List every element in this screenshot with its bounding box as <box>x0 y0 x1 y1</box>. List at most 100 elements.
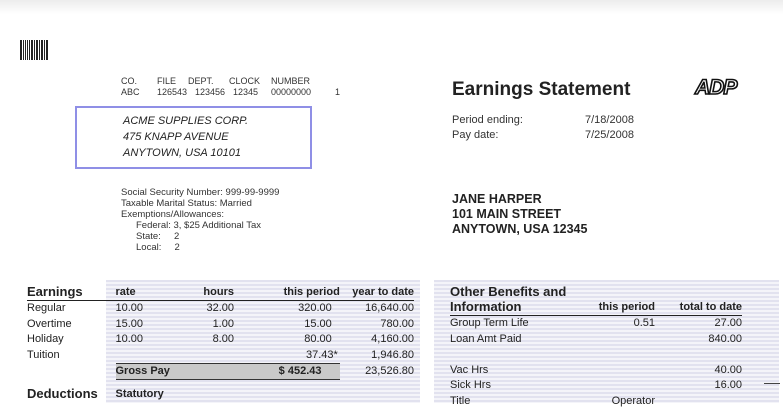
benefit-period <box>585 378 655 394</box>
table-row: Tuition 37.43* 1,946.80 <box>27 347 414 363</box>
company-address-line: 475 KNAPP AVENUE <box>123 131 229 143</box>
earning-label: Overtime <box>27 317 72 330</box>
earning-rate: 10.00 <box>115 302 144 315</box>
benefit-label: Loan Amt Paid <box>450 332 522 345</box>
ssn-line: Social Security Number: 999-99-9999 <box>121 187 280 198</box>
table-row: Loan Amt Paid 840.00 <box>450 331 742 347</box>
header-label: CO. <box>121 76 138 86</box>
header-label: CLOCK <box>229 76 261 86</box>
period-ending-label: Period ending: <box>452 114 523 126</box>
earning-ytd: 4,160.00 <box>371 333 414 346</box>
marital-status-line: Taxable Marital Status: Married <box>121 198 252 209</box>
earning-rate: 10.00 <box>115 333 144 346</box>
earning-rate <box>116 347 172 363</box>
table-row: Holiday 10.00 8.00 80.00 4,160.00 <box>27 332 414 348</box>
earning-rate: 15.00 <box>115 317 144 330</box>
statutory-label: Statutory <box>115 387 164 400</box>
earning-hours <box>172 347 246 363</box>
adp-logo: ADP <box>694 75 738 100</box>
col-header-benefits-period: this period <box>585 299 655 316</box>
table-row: Group Term Life 0.51 27.00 <box>450 315 742 331</box>
barcode-icon <box>20 40 49 60</box>
deductions-section-title: Deductions <box>27 386 98 401</box>
exemptions-line: Exemptions/Allowances: <box>121 209 224 220</box>
benefit-period <box>585 331 655 347</box>
gross-pay-label: Gross Pay <box>115 365 170 378</box>
local-line: Local: 2 <box>136 242 180 253</box>
benefit-period <box>585 362 655 378</box>
earning-label: Holiday <box>27 333 64 346</box>
benefit-label: Group Term Life <box>450 317 529 330</box>
benefit-total: 27.00 <box>714 317 742 330</box>
period-block: Period ending: 7/18/2008 Pay date: 7/25/20… <box>452 113 634 143</box>
earning-ytd: 780.00 <box>380 317 414 330</box>
earning-label: Regular <box>27 302 66 315</box>
col-header-this-period: this period <box>245 284 340 301</box>
pay-date-value: 7/25/2008 <box>585 129 634 141</box>
header-value: 1 <box>335 87 341 97</box>
header-label: FILE <box>157 76 177 86</box>
tax-info: Social Security Number: 999-99-9999 Taxa… <box>121 187 279 253</box>
benefit-period <box>585 347 655 363</box>
benefit-total: 40.00 <box>714 363 742 376</box>
benefit-total <box>655 393 742 409</box>
employee-name: JANE HARPER <box>452 192 542 206</box>
benefit-total: 16.00 <box>714 379 742 392</box>
benefits-section-subtitle: Information <box>450 299 585 316</box>
header-values: ABC 126543 123456 12345 00000000 1 <box>121 87 340 98</box>
gross-pay-box: Gross Pay $ 452.43 <box>115 362 340 380</box>
header-value: 123456 <box>195 87 226 97</box>
employee-street: 101 MAIN STREET <box>452 207 562 221</box>
col-header-ytd: year to date <box>339 284 414 301</box>
federal-line: Federal: 3, $25 Additional Tax <box>136 220 261 231</box>
benefit-label: Vac Hrs <box>450 363 489 376</box>
benefit-period: 0.51 <box>633 317 655 330</box>
earning-ytd: 1,946.80 <box>371 349 414 361</box>
earning-hours: 8.00 <box>212 333 234 346</box>
benefits-table: Other Benefits and Information this peri… <box>450 284 742 409</box>
pay-date-label: Pay date: <box>452 129 499 141</box>
earning-period: 320.00 <box>298 302 332 315</box>
table-row <box>450 347 742 363</box>
benefit-label <box>450 347 585 363</box>
period-ending-value: 7/18/2008 <box>585 114 634 126</box>
header-value: 12345 <box>233 87 259 97</box>
gross-pay-ytd: 23,526.80 <box>365 365 414 378</box>
earning-period: 37.43* <box>305 348 338 361</box>
earnings-table: Earnings rate hours this period year to … <box>27 284 414 402</box>
benefit-total <box>655 347 742 363</box>
benefit-total: 840.00 <box>708 332 742 345</box>
employee-city: ANYTOWN, USA 12345 <box>452 222 588 236</box>
col-header-rate: rate <box>115 284 172 301</box>
table-row: Sick Hrs 16.00 <box>450 378 742 394</box>
table-row: Overtime 15.00 1.00 15.00 780.00 <box>27 316 414 332</box>
earning-label: Tuition <box>27 349 60 361</box>
earnings-section-title: Earnings <box>27 284 116 301</box>
table-row: Vac Hrs 40.00 <box>450 362 742 378</box>
benefit-period: Operator <box>611 394 655 407</box>
header-value: 126543 <box>157 87 188 97</box>
benefits-section-title: Other Benefits and <box>450 284 567 299</box>
earning-period: 80.00 <box>304 333 332 346</box>
gross-pay-row: Gross Pay $ 452.43 23,526.80 <box>27 362 414 380</box>
earning-period: 15.00 <box>304 317 332 330</box>
benefit-label: Sick Hrs <box>450 379 491 392</box>
employee-address: JANE HARPER 101 MAIN STREET ANYTOWN, USA… <box>452 192 587 237</box>
earning-hours: 1.00 <box>212 317 234 330</box>
header-value: 00000000 <box>271 87 312 97</box>
company-name: ACME SUPPLIES CORP. <box>123 115 249 127</box>
divider <box>764 383 780 384</box>
header-value: ABC <box>121 87 140 97</box>
earning-hours: 32.00 <box>206 302 234 315</box>
state-line: State: 2 <box>136 231 180 242</box>
company-address-line: ANYTOWN, USA 10101 <box>123 147 241 159</box>
earning-ytd: 16,640.00 <box>365 302 414 315</box>
statement-title: Earnings Statement <box>452 79 631 100</box>
col-header-benefits-total: total to date <box>655 299 742 316</box>
benefit-label: Title <box>450 394 471 407</box>
table-row: Title Operator <box>450 393 742 409</box>
top-shadow <box>0 0 783 14</box>
header-label: DEPT. <box>188 76 214 86</box>
col-header-hours: hours <box>171 284 246 301</box>
table-row: Regular 10.00 32.00 320.00 16,640.00 <box>27 300 414 316</box>
